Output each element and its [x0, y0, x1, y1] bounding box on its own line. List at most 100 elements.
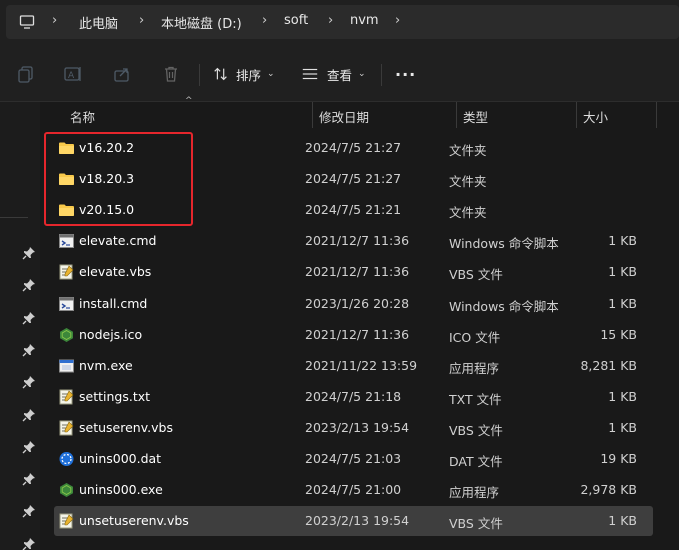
pin-icon[interactable] [22, 537, 36, 550]
view-list-icon [302, 68, 318, 80]
delete-button[interactable] [161, 62, 181, 86]
column-header-name[interactable]: 名称 [70, 102, 95, 130]
trash-icon [165, 66, 177, 82]
file-type: VBS 文件 [449, 267, 503, 283]
command-bar: A 排序 ⌄ 查看 ⌄ ··· [0, 46, 679, 102]
chevron-right-icon[interactable]: › [52, 13, 57, 28]
file-name: install.cmd [79, 295, 148, 311]
pin-icon[interactable] [22, 246, 36, 260]
file-name: v18.20.3 [79, 171, 135, 187]
file-size: 1 KB [608, 233, 637, 249]
file-date: 2024/7/5 21:27 [305, 140, 402, 155]
nodejs-icon [58, 482, 75, 498]
file-row[interactable]: nvm.exe 2021/11/22 13:59 应用程序 8,281 KB [54, 351, 653, 381]
file-row[interactable]: unins000.dat 2024/7/5 21:03 DAT 文件 19 KB [54, 444, 653, 474]
nav-divider [0, 217, 28, 218]
breadcrumb-nvm[interactable]: nvm [350, 13, 379, 28]
file-row[interactable]: elevate.cmd 2021/12/7 11:36 Windows 命令脚本 1 … [54, 226, 653, 256]
file-date: 2024/7/5 21:21 [305, 202, 402, 218]
column-header-size[interactable]: 大小 [583, 102, 608, 130]
pin-icon[interactable] [22, 278, 36, 292]
file-date: 2023/2/13 19:54 [305, 419, 410, 435]
file-row[interactable]: settings.txt 2024/7/5 21:18 TXT 文件 1 KB [54, 382, 653, 412]
chevron-right-icon[interactable]: › [139, 13, 144, 28]
file-size: 2,978 KB [580, 482, 637, 498]
breadcrumb-soft[interactable]: soft [284, 13, 308, 28]
view-button[interactable]: 查看 ⌄ [301, 62, 366, 86]
view-label: 查看 [327, 67, 353, 83]
file-type: 文件夹 [449, 205, 487, 221]
copy-button[interactable] [16, 62, 36, 86]
folder-icon [58, 171, 75, 187]
column-header-type[interactable]: 类型 [463, 102, 488, 130]
file-type: TXT 文件 [449, 391, 502, 407]
more-options-button[interactable]: ··· [395, 62, 416, 86]
file-date: 2023/1/26 20:28 [305, 295, 410, 311]
navigation-pane [0, 102, 40, 550]
column-divider[interactable] [312, 102, 313, 128]
file-size: 1 KB [608, 388, 637, 404]
script-file-icon [58, 420, 75, 436]
file-type: Windows 命令脚本 [449, 236, 559, 252]
column-divider[interactable] [576, 102, 577, 128]
column-divider[interactable] [456, 102, 457, 128]
sort-ascending-icon: ^ [185, 96, 193, 106]
file-date: 2024/7/5 21:00 [305, 482, 402, 498]
text-file-icon [58, 389, 75, 405]
sort-button[interactable]: 排序 ⌄ [212, 62, 275, 86]
file-name: v16.20.2 [79, 140, 135, 155]
computer-icon[interactable] [19, 14, 35, 30]
rename-button[interactable]: A [63, 62, 83, 86]
file-name: elevate.vbs [79, 264, 152, 280]
file-type: ICO 文件 [449, 329, 501, 345]
pin-icon[interactable] [22, 343, 36, 357]
cmd-file-icon [58, 233, 75, 249]
file-row[interactable]: unins000.exe 2024/7/5 21:00 应用程序 2,978 KB [54, 475, 653, 505]
dat-file-icon [58, 451, 75, 467]
address-bar: › 此电脑 › 本地磁盘 (D:) › soft › nvm › [0, 0, 679, 46]
file-name: v20.15.0 [79, 202, 135, 218]
file-size: 1 KB [608, 295, 637, 311]
file-type: VBS 文件 [449, 516, 503, 532]
share-button[interactable] [112, 62, 132, 86]
file-name: unins000.dat [79, 451, 162, 466]
file-size: 1 KB [608, 419, 637, 435]
file-row[interactable]: elevate.vbs 2021/12/7 11:36 VBS 文件 1 KB [54, 257, 653, 287]
pin-icon[interactable] [22, 375, 36, 389]
chevron-right-icon[interactable]: › [395, 13, 400, 28]
pin-icon[interactable] [22, 311, 36, 325]
file-row[interactable]: nodejs.ico 2021/12/7 11:36 ICO 文件 15 KB [54, 320, 653, 350]
copy-icon [18, 66, 33, 83]
chevron-right-icon[interactable]: › [262, 13, 267, 28]
file-type: 文件夹 [449, 143, 487, 158]
toolbar-divider [381, 64, 382, 86]
address-field[interactable]: › 此电脑 › 本地磁盘 (D:) › soft › nvm › [6, 5, 679, 39]
breadcrumb-this-pc[interactable]: 此电脑 [79, 13, 118, 32]
script-file-icon [58, 513, 75, 529]
file-name: unsetuserenv.vbs [79, 513, 189, 529]
column-divider[interactable] [656, 102, 657, 128]
pin-icon[interactable] [22, 440, 36, 454]
folder-icon [58, 202, 75, 218]
breadcrumb-drive-d[interactable]: 本地磁盘 (D:) [161, 13, 242, 32]
column-header-date[interactable]: 修改日期 [319, 102, 369, 130]
file-row[interactable]: setuserenv.vbs 2023/2/13 19:54 VBS 文件 1 KB [54, 413, 653, 443]
file-date: 2024/7/5 21:18 [305, 388, 402, 404]
file-row[interactable]: install.cmd 2023/1/26 20:28 Windows 命令脚本 1 … [54, 289, 653, 319]
file-date: 2021/12/7 11:36 [305, 326, 410, 342]
rename-icon: A [64, 67, 81, 81]
chevron-right-icon[interactable]: › [328, 13, 333, 28]
file-row[interactable]: v18.20.3 2024/7/5 21:27 文件夹 [54, 164, 653, 194]
file-name: unins000.exe [79, 482, 163, 498]
file-date: 2021/12/7 11:36 [305, 264, 410, 280]
file-row[interactable]: unsetuserenv.vbs 2023/2/13 19:54 VBS 文件 1 K… [54, 506, 653, 537]
file-type: 应用程序 [449, 485, 500, 501]
file-name: nvm.exe [79, 357, 133, 373]
pin-icon[interactable] [22, 504, 36, 518]
file-row[interactable]: v20.15.0 2024/7/5 21:21 文件夹 [54, 195, 653, 225]
file-date: 2024/7/5 21:27 [305, 171, 402, 187]
pin-icon[interactable] [22, 472, 36, 486]
pin-icon[interactable] [22, 408, 36, 422]
file-row[interactable]: v16.20.2 2024/7/5 21:27 文件夹 [54, 133, 653, 163]
share-icon [114, 68, 129, 82]
